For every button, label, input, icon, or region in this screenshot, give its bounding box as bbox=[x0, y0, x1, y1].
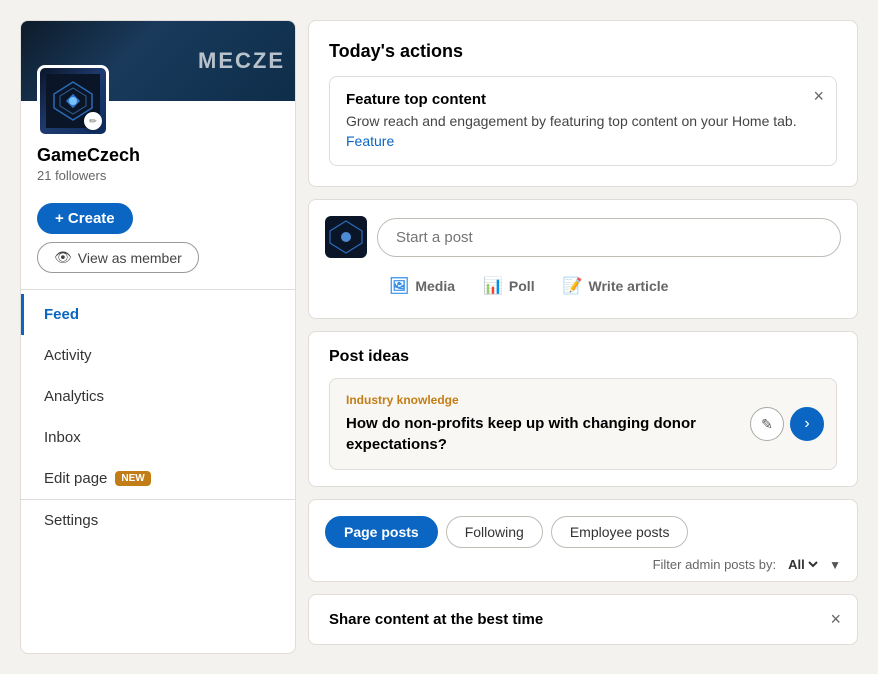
sidebar-nav: Feed Activity Analytics Inbox Edit page … bbox=[21, 290, 295, 545]
todays-actions-title: Today's actions bbox=[329, 41, 837, 62]
post-avatar bbox=[325, 216, 367, 258]
article-icon: 📝 bbox=[563, 276, 583, 296]
sidebar-item-settings[interactable]: Settings bbox=[21, 500, 295, 541]
close-icon[interactable]: × bbox=[813, 87, 824, 105]
share-card-title: Share content at the best time bbox=[329, 611, 837, 628]
edit-pencil-icon[interactable]: ✏ bbox=[84, 112, 102, 130]
sidebar-item-edit-page[interactable]: Edit page NEW bbox=[21, 458, 295, 499]
followers-count: 21 followers bbox=[37, 168, 279, 183]
chevron-down-icon: ▼ bbox=[829, 558, 841, 572]
company-avatar: ✏ bbox=[37, 65, 109, 137]
sidebar-item-analytics[interactable]: Analytics bbox=[21, 376, 295, 417]
view-member-label: View as member bbox=[78, 250, 182, 266]
poll-label: Poll bbox=[509, 278, 535, 294]
main-content: Today's actions Feature top content Grow… bbox=[308, 20, 858, 654]
todays-actions-card: Today's actions Feature top content Grow… bbox=[308, 20, 858, 187]
sidebar-item-feed[interactable]: Feed bbox=[21, 294, 295, 335]
edit-icon: ✎ bbox=[761, 416, 773, 433]
media-label: Media bbox=[415, 278, 455, 294]
chevron-right-icon: › bbox=[804, 415, 809, 433]
sidebar-item-inbox[interactable]: Inbox bbox=[21, 417, 295, 458]
idea-card: Industry knowledge How do non-profits ke… bbox=[329, 378, 837, 470]
tab-employee-posts[interactable]: Employee posts bbox=[551, 516, 689, 548]
post-ideas-title: Post ideas bbox=[329, 348, 837, 366]
feature-desc-text: Grow reach and engagement by featuring t… bbox=[346, 113, 797, 129]
tab-following[interactable]: Following bbox=[446, 516, 543, 548]
feed-label: Feed bbox=[44, 306, 79, 323]
idea-category: Industry knowledge bbox=[346, 393, 820, 407]
eye-icon: 👁 bbox=[54, 249, 72, 266]
start-post-input[interactable] bbox=[377, 218, 841, 257]
feature-content-card: Feature top content Grow reach and engag… bbox=[329, 76, 837, 166]
view-member-button[interactable]: 👁 View as member bbox=[37, 242, 199, 273]
sidebar: MECZE ✏ GameCzech 21 followers + Create bbox=[20, 20, 296, 654]
new-badge: NEW bbox=[115, 471, 150, 486]
avatar-wrap: ✏ bbox=[21, 65, 295, 137]
tabs-section: Page posts Following Employee posts Filt… bbox=[308, 499, 858, 582]
media-icon: 🖼 bbox=[389, 276, 409, 296]
media-button[interactable]: 🖼 Media bbox=[377, 270, 467, 302]
post-input-row bbox=[325, 216, 841, 258]
tab-page-posts[interactable]: Page posts bbox=[325, 516, 438, 548]
post-area: 🖼 Media 📊 Poll 📝 Write article bbox=[308, 199, 858, 319]
analytics-label: Analytics bbox=[44, 388, 104, 405]
close-icon[interactable]: × bbox=[830, 609, 841, 630]
feature-card-title: Feature top content bbox=[346, 91, 820, 108]
edit-idea-button[interactable]: ✎ bbox=[750, 407, 784, 441]
edit-page-label: Edit page bbox=[44, 470, 107, 487]
feature-card-desc: Grow reach and engagement by featuring t… bbox=[346, 112, 820, 151]
share-content-card: Share content at the best time × bbox=[308, 594, 858, 645]
filter-label: Filter admin posts by: bbox=[653, 557, 777, 572]
create-button[interactable]: + Create bbox=[37, 203, 133, 234]
activity-label: Activity bbox=[44, 347, 92, 364]
idea-actions: ✎ › bbox=[750, 407, 824, 441]
inbox-label: Inbox bbox=[44, 429, 81, 446]
poll-icon: 📊 bbox=[483, 276, 503, 296]
post-actions-row: 🖼 Media 📊 Poll 📝 Write article bbox=[325, 270, 841, 302]
write-article-button[interactable]: 📝 Write article bbox=[551, 270, 681, 302]
settings-label: Settings bbox=[44, 512, 98, 529]
sidebar-actions: + Create 👁 View as member bbox=[21, 195, 295, 289]
filter-row: Filter admin posts by: All ▼ bbox=[325, 556, 841, 573]
post-ideas-card: Post ideas Industry knowledge How do non… bbox=[308, 331, 858, 487]
filter-select[interactable]: All bbox=[784, 556, 821, 573]
idea-text: How do non-profits keep up with changing… bbox=[346, 413, 820, 455]
poll-button[interactable]: 📊 Poll bbox=[471, 270, 547, 302]
next-idea-button[interactable]: › bbox=[790, 407, 824, 441]
feature-link[interactable]: Feature bbox=[346, 133, 394, 149]
sidebar-info: GameCzech 21 followers bbox=[21, 145, 295, 195]
tabs-row: Page posts Following Employee posts bbox=[325, 512, 841, 556]
company-name: GameCzech bbox=[37, 145, 279, 166]
sidebar-item-activity[interactable]: Activity bbox=[21, 335, 295, 376]
article-label: Write article bbox=[589, 278, 669, 294]
